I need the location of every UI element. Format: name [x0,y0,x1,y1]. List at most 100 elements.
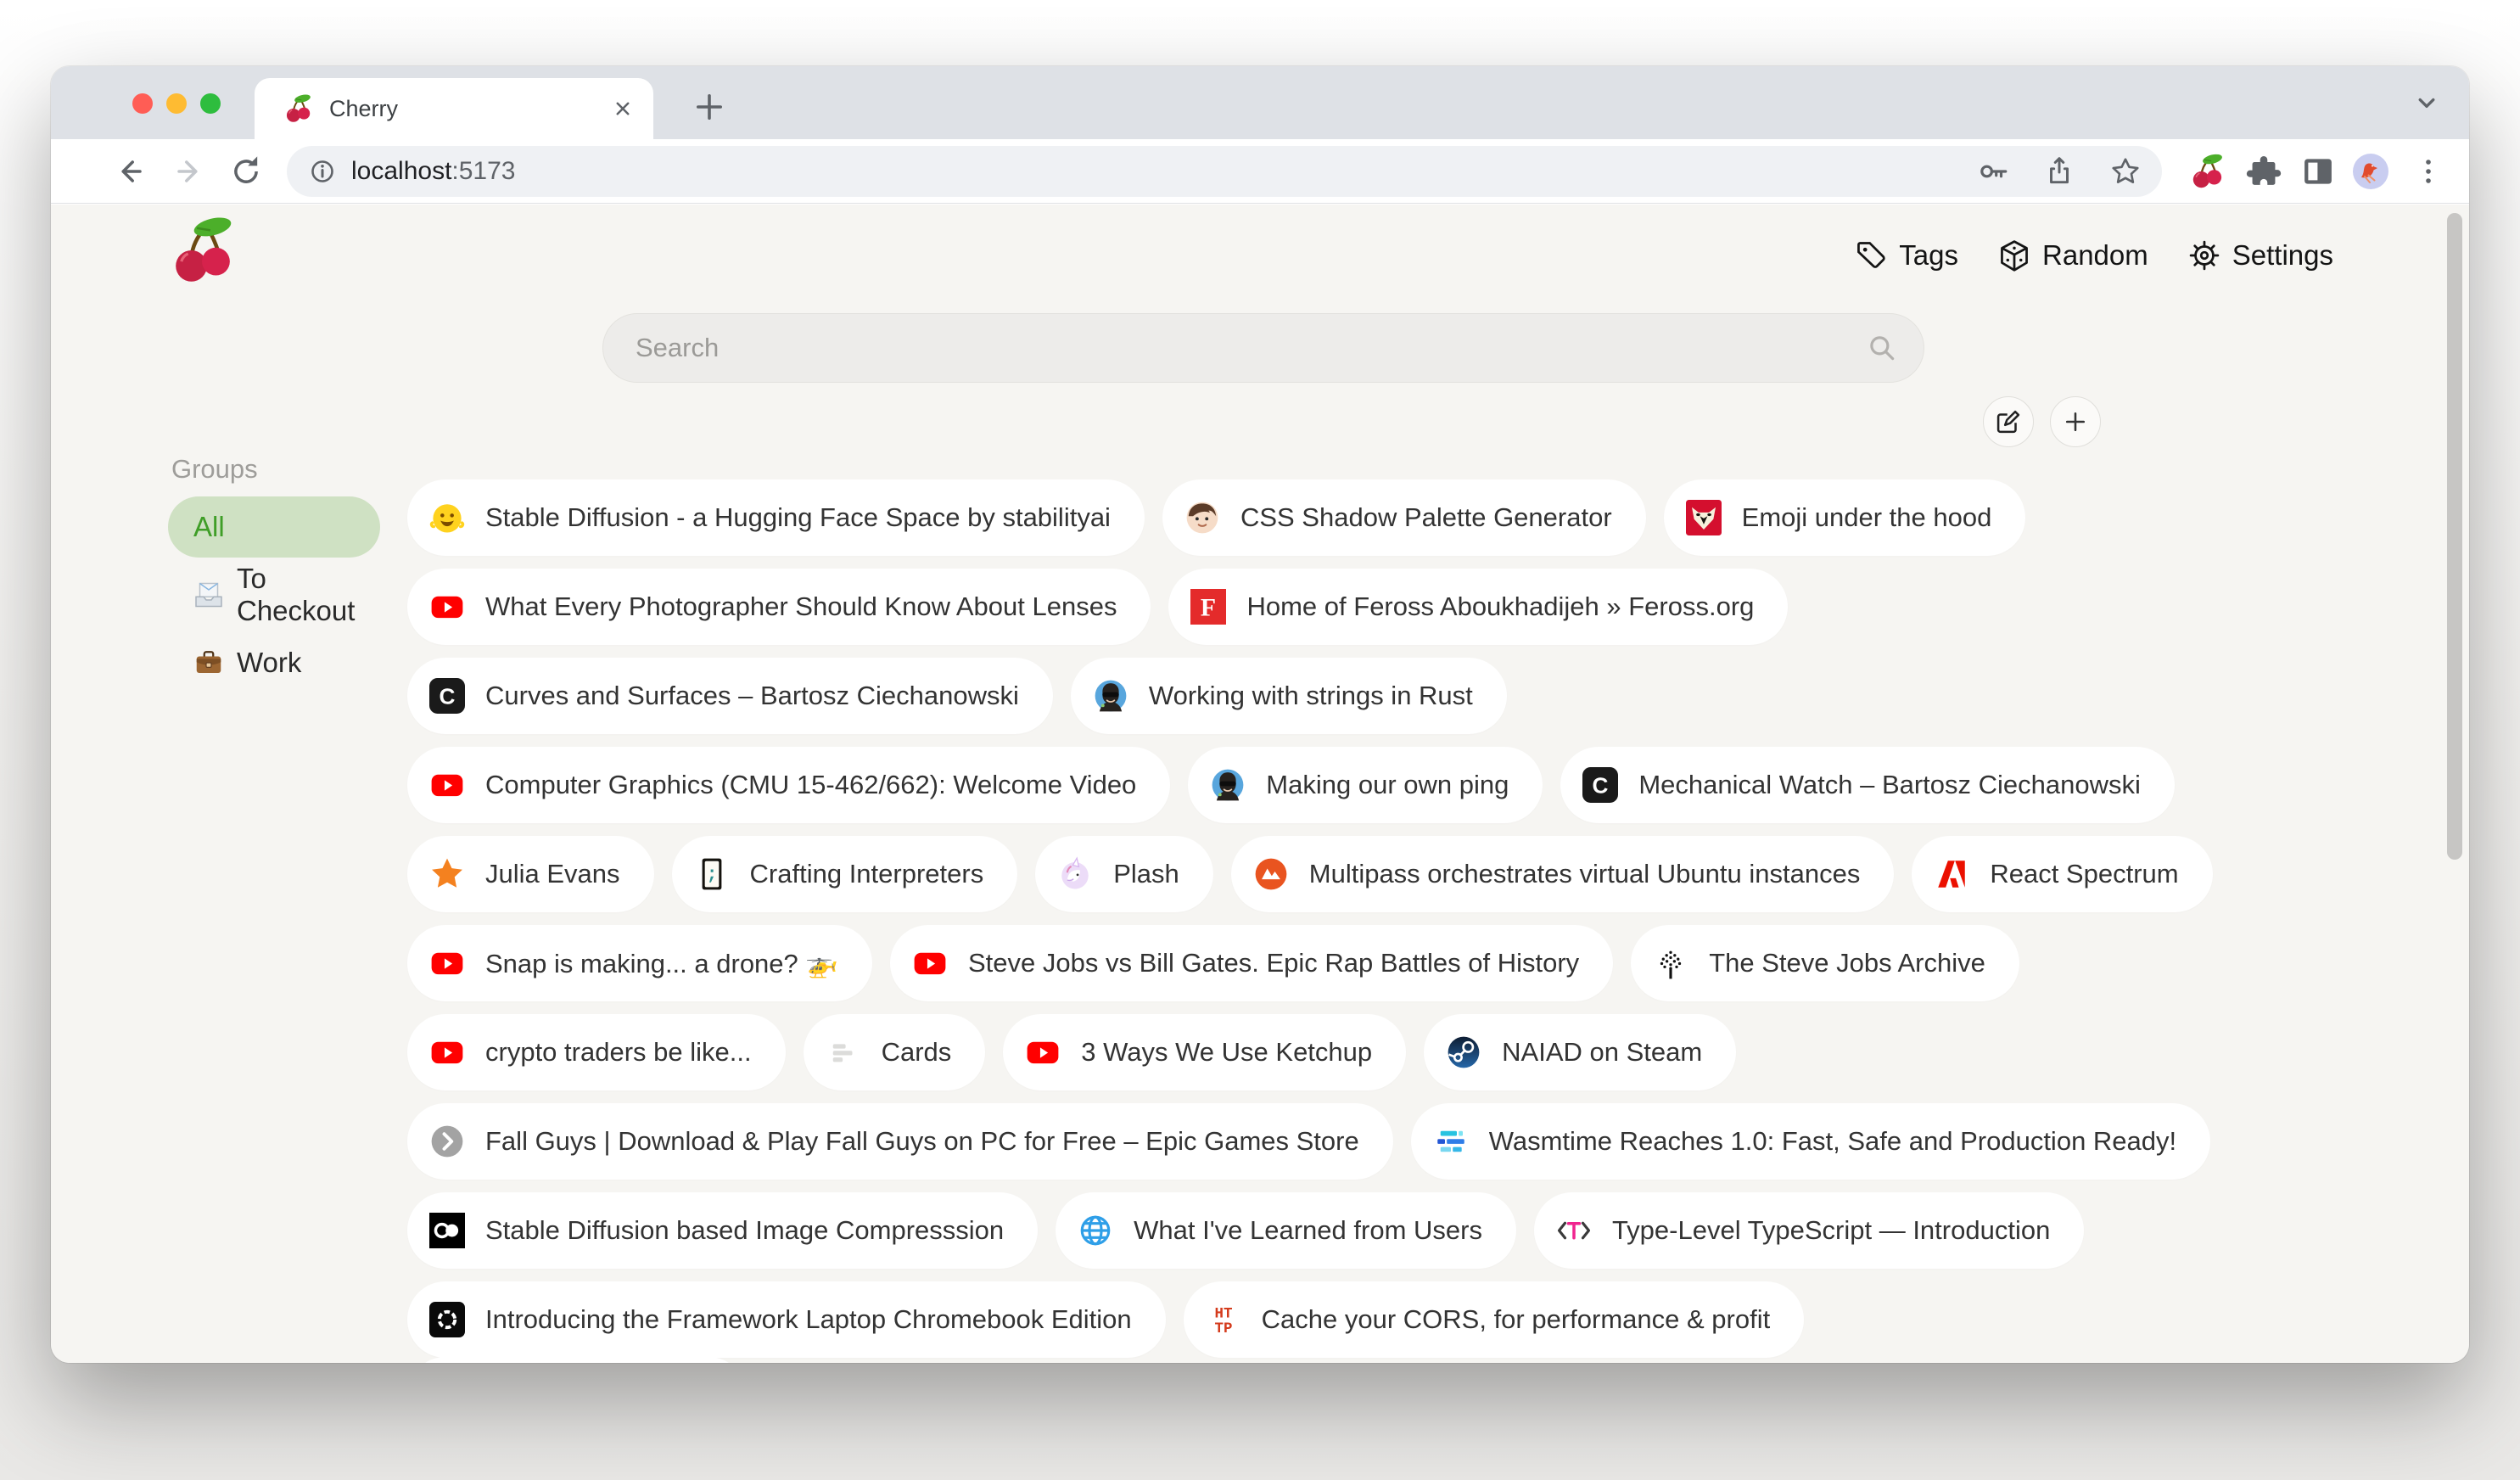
new-tab-button[interactable] [689,87,730,127]
groups-heading: Groups [171,454,397,485]
globe-icon [1078,1213,1113,1248]
bookmark-pill[interactable]: Computer Graphics (CMU 15-462/662): Welc… [407,747,1170,823]
bird-extension-icon[interactable] [2352,153,2389,190]
bookmark-pill[interactable]: Plash [1035,836,1213,912]
side-panel-icon[interactable] [2299,153,2337,190]
bookmark-pill[interactable]: crypto traders be like... [407,1014,786,1090]
bookmark-pill[interactable]: NAIAD on Steam [1424,1014,1736,1090]
bookmark-title: What I've Learned from Users [1134,1215,1482,1246]
search-input[interactable] [636,333,1866,363]
cherry-favicon-icon [283,93,314,124]
bookmark-pill[interactable]: C Curves and Surfaces – Bartosz Ciechanow… [407,658,1053,734]
bookmark-title: Steve Jobs vs Bill Gates. Epic Rap Battl… [968,948,1579,978]
bookmark-pill[interactable]: Introducing the Framework Laptop Chromeb… [407,1281,1166,1358]
bookmark-pill[interactable]: 3 Ways We Use Ketchup [1003,1014,1406,1090]
star-icon [429,856,465,892]
browser-tab-cherry[interactable]: Cherry [255,78,653,139]
bookmark-pill[interactable]: React Spectrum [1912,836,2212,912]
sidebar-group-to-checkout[interactable]: To Checkout [168,564,380,625]
bookmark-pill[interactable]: Cards [804,1014,986,1090]
bookmark-pill[interactable]: ;Crafting Interpreters [672,836,1018,912]
tab-title: Cherry [329,96,594,122]
bookmark-pill[interactable]: The Steve Jobs Archive [1631,925,2019,1001]
reload-button[interactable] [227,153,265,190]
tab-strip: Cherry [51,66,2469,139]
group-label: All [193,511,225,543]
sidebar-group-work[interactable]: Work [168,632,380,693]
httptoolkit-icon: HTTP [1206,1302,1241,1337]
edit-pencil-icon [1994,407,2023,436]
zoom-window-button[interactable] [200,93,221,114]
bookmark-row: Introducing the Framework Laptop Chromeb… [407,1281,2213,1358]
sidebar-groups: All To Checkout Work [168,496,397,693]
bookmark-pill[interactable]: Stable Diffusion - a Hugging Face Space … [407,479,1145,556]
back-button[interactable] [112,153,149,190]
bookmark-pill[interactable]: Julia Evans [407,836,654,912]
bookmark-pill[interactable]: Multipass orchestrates virtual Ubuntu in… [1231,836,1895,912]
bookmark-pill[interactable]: HTTPCache your CORS, for performance & p… [1184,1281,1805,1358]
bookmark-row: Stable Diffusion based Image Compresssio… [407,1192,2213,1269]
svg-text:TP: TP [1214,1320,1232,1337]
site-info-icon[interactable] [307,156,338,187]
bookmark-title: Emoji under the hood [1742,502,1992,533]
password-manager-icon[interactable] [1977,155,2009,188]
nav-random[interactable]: Random [1997,238,2148,272]
add-bookmark-button[interactable] [2050,396,2101,447]
nav-settings-label: Settings [2232,239,2333,272]
tab-close-icon[interactable] [609,95,636,122]
tab-search-chevron-icon[interactable] [2410,87,2444,121]
sidebar-group-all[interactable]: All [168,496,380,558]
bookmark-pill[interactable]: Emoji under the hood [1664,479,2026,556]
bookmark-title: Curves and Surfaces – Bartosz Ciechanows… [485,681,1019,711]
bookmark-pill[interactable]: CSS Shadow Palette Generator [1162,479,1646,556]
bookmark-title: Multipass orchestrates virtual Ubuntu in… [1309,859,1861,889]
edit-bookmarks-button[interactable] [1983,396,2034,447]
cherry-extension-icon[interactable] [2189,153,2226,190]
bookmark-pill[interactable]: Type-Level TypeScript — Introduction [1534,1192,2084,1269]
nav-tags[interactable]: Tags [1854,238,1958,272]
extensions-puzzle-icon[interactable] [2245,153,2282,190]
bookmark-pill[interactable]: F Home of Feross Aboukhadijeh » Feross.or… [1168,569,1788,645]
bookmark-pill[interactable]: Fall Guys | Download & Play Fall Guys on… [407,1103,1393,1180]
adobe-a-icon [1934,856,1969,892]
group-label: Work [237,647,301,679]
minimize-window-button[interactable] [166,93,187,114]
svg-text:C: C [440,684,456,709]
address-bar[interactable]: localhost:5173 [287,146,2162,197]
steam-icon [1446,1034,1481,1070]
forward-button[interactable] [170,153,207,190]
feross-f-icon: F [1190,589,1226,625]
browser-menu-icon[interactable] [2410,153,2447,190]
bookmark-title: Home of Feross Aboukhadijeh » Feross.org [1246,591,1754,622]
bookmark-pill[interactable]: Wasmtime Reaches 1.0: Fast, Safe and Pro… [1411,1103,2210,1180]
svg-text:;: ; [706,866,717,885]
bookmark-row: Fall Guys | Download & Play Fall Guys on… [407,1103,2213,1180]
bookmark-pill[interactable]: Snap is making... a drone? 🚁 [407,925,872,1001]
url-host: localhost [351,157,451,185]
bookmark-title: Type-Level TypeScript — Introduction [1612,1215,2050,1246]
bookmark-pill-partial[interactable] [407,1357,747,1363]
bookmark-rows: Stable Diffusion - a Hugging Face Space … [407,479,2213,1358]
inbox-tray-icon [193,580,224,610]
bartosz-c-icon: C [429,678,465,714]
top-navigation: Tags Random Settings [1854,238,2333,272]
bookmark-pill[interactable]: What Every Photographer Should Know Abou… [407,569,1151,645]
page-scrollbar[interactable] [2447,213,2462,860]
bookmark-pill[interactable]: What I've Learned from Users [1056,1192,1516,1269]
nav-settings[interactable]: Settings [2187,238,2333,272]
bookmark-pill[interactable]: Making our own ping [1188,747,1543,823]
bookmark-title: Wasmtime Reaches 1.0: Fast, Safe and Pro… [1489,1126,2176,1157]
bookmark-pill[interactable]: Steve Jobs vs Bill Gates. Epic Rap Battl… [890,925,1613,1001]
bookmark-pill[interactable]: Working with strings in Rust [1071,658,1507,734]
bookmark-title: Computer Graphics (CMU 15-462/662): Welc… [485,770,1136,800]
bookmark-pill[interactable]: CMechanical Watch – Bartosz Ciechanowski [1560,747,2175,823]
group-label: To Checkout [237,563,355,627]
bookmark-pill[interactable]: Stable Diffusion based Image Compresssio… [407,1192,1038,1269]
bookmark-row: crypto traders be like...Cards3 Ways We … [407,1014,2213,1090]
nav-random-label: Random [2042,239,2148,272]
groups-sidebar: Groups All To Checkout Work [168,454,397,700]
youtube-icon [912,945,948,981]
share-icon[interactable] [2043,155,2075,188]
close-window-button[interactable] [132,93,153,114]
bookmark-star-icon[interactable] [2109,155,2142,188]
